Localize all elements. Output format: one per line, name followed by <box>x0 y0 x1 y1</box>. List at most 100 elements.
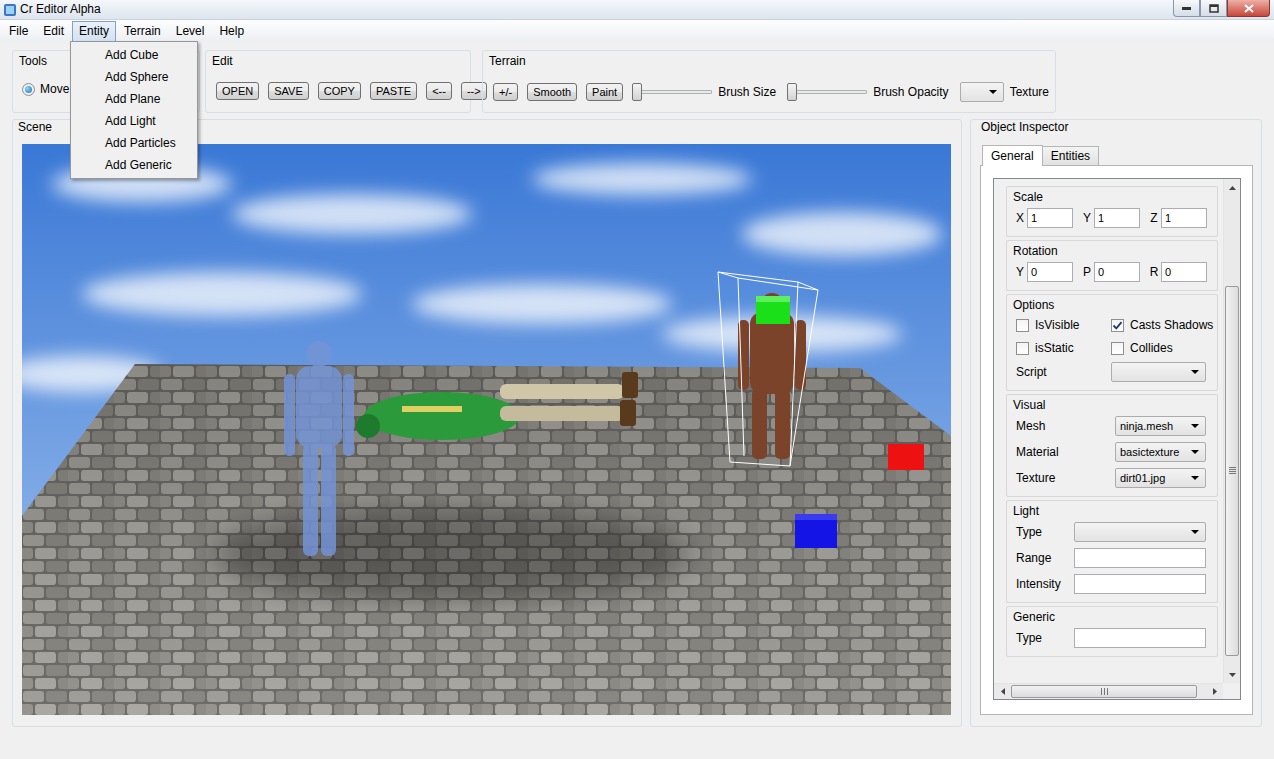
check-icon <box>1112 320 1123 331</box>
menu-entry[interactable]: Add Particles <box>71 132 197 154</box>
inspector-tab[interactable]: Entities <box>1042 146 1099 165</box>
scene-viewport[interactable] <box>22 144 951 715</box>
grip-icon <box>1101 688 1108 695</box>
form-grid: Script <box>1013 362 1211 382</box>
slider-track[interactable] <box>632 82 712 102</box>
checkbox-option[interactable]: Casts Shadows <box>1111 316 1213 335</box>
scroll-up-icon[interactable] <box>1224 179 1240 196</box>
menu-entry[interactable]: Add Generic <box>71 154 197 176</box>
close-button[interactable] <box>1227 0 1270 17</box>
terrain-button[interactable]: Paint <box>586 83 623 101</box>
scroll-right-icon[interactable] <box>1206 684 1223 699</box>
checkbox-option[interactable]: isStatic <box>1016 339 1111 358</box>
checkbox-option[interactable]: IsVisible <box>1016 316 1111 335</box>
slider-thumb[interactable] <box>632 83 642 101</box>
inspector-tab-pane: ScaleXYZRotationYPROptionsIsVisibleCasts… <box>980 165 1253 715</box>
vertical-scroll-thumb[interactable] <box>1225 286 1239 656</box>
menu-entry[interactable]: Add Cube <box>71 44 197 66</box>
dropdown[interactable] <box>960 82 1004 102</box>
field-row: YPR <box>1013 262 1211 282</box>
checkbox[interactable] <box>1111 319 1124 332</box>
radio-option[interactable]: Move <box>22 82 69 96</box>
texture-label: Texture <box>1010 85 1049 99</box>
menu-item[interactable]: Help <box>212 21 251 42</box>
slider-thumb[interactable] <box>787 83 797 101</box>
text-field[interactable] <box>1161 262 1207 282</box>
dropdown[interactable]: dirt01.jpg <box>1115 468 1206 488</box>
app-icon <box>3 3 17 17</box>
text-field[interactable] <box>1074 574 1206 594</box>
horizontal-scrollbar[interactable] <box>994 683 1223 699</box>
form-grid: Type <box>1013 628 1211 648</box>
scroll-left-icon[interactable] <box>994 684 1011 699</box>
slider-track[interactable] <box>787 82 867 102</box>
maximize-button[interactable] <box>1200 0 1227 17</box>
field-label: Intensity <box>1016 577 1074 591</box>
terrain-button[interactable]: Smooth <box>527 83 577 101</box>
main-area: Scene <box>0 113 1274 727</box>
form-grid: Meshninja.meshMaterialbasictextureTextur… <box>1013 416 1211 488</box>
scene-render[interactable] <box>22 144 951 715</box>
close-icon <box>1244 4 1254 13</box>
edit-button[interactable]: OPEN <box>216 82 259 100</box>
edit-button[interactable]: COPY <box>318 82 361 100</box>
section-title: Scale <box>1013 190 1211 204</box>
scroll-down-icon[interactable] <box>1224 666 1240 683</box>
menu-item[interactable]: Terrain <box>117 21 168 42</box>
field-label: P <box>1080 265 1094 279</box>
title-bar: Cr Editor Alpha <box>0 0 1274 20</box>
dropdown[interactable] <box>1074 522 1206 542</box>
menu-entry[interactable]: Add Light <box>71 110 197 132</box>
checkbox[interactable] <box>1016 319 1029 332</box>
menu-item[interactable]: File <box>2 21 35 42</box>
minimize-button[interactable] <box>1173 0 1200 17</box>
text-field[interactable] <box>1027 208 1073 228</box>
field-label: Mesh <box>1016 419 1115 433</box>
text-field[interactable] <box>1027 262 1073 282</box>
vertical-scrollbar[interactable] <box>1223 179 1240 683</box>
section-title: Generic <box>1013 610 1211 624</box>
field-label: X <box>1013 211 1027 225</box>
edit-button[interactable]: <-- <box>426 82 452 100</box>
terrain-button[interactable]: +/- <box>493 83 518 101</box>
grip-icon <box>1229 467 1236 475</box>
field-row: XYZ <box>1013 208 1211 228</box>
checkbox-option[interactable]: Collides <box>1111 339 1213 358</box>
checkbox[interactable] <box>1111 342 1124 355</box>
menu-item[interactable]: Entity <box>72 21 116 42</box>
dropdown[interactable]: basictexture <box>1115 442 1206 462</box>
menu-item[interactable]: Level <box>169 21 212 42</box>
inspector-content: ScaleXYZRotationYPROptionsIsVisibleCasts… <box>994 179 1223 683</box>
field-label: Range <box>1016 551 1074 565</box>
field-label: Type <box>1016 525 1074 539</box>
text-field[interactable] <box>1094 262 1140 282</box>
inspector-scroll-area[interactable]: ScaleXYZRotationYPROptionsIsVisibleCasts… <box>993 178 1241 700</box>
checkbox-label: Casts Shadows <box>1130 318 1213 332</box>
text-field[interactable] <box>1094 208 1140 228</box>
inspector-tab[interactable]: General <box>982 145 1043 166</box>
edit-button[interactable]: PASTE <box>370 82 417 100</box>
dropdown[interactable] <box>1111 362 1206 382</box>
scene-panel: Scene <box>12 119 962 727</box>
section-title: Rotation <box>1013 244 1211 258</box>
dropdown[interactable]: ninja.mesh <box>1115 416 1206 436</box>
text-field[interactable] <box>1074 548 1206 568</box>
menu-item[interactable]: Edit <box>36 21 71 42</box>
field-label: R <box>1147 265 1161 279</box>
radio-button[interactable] <box>22 83 35 96</box>
group-title: Terrain <box>489 54 1049 68</box>
window-title: Cr Editor Alpha <box>20 2 101 16</box>
menu-bar: FileEditEntityTerrainLevelHelp <box>0 20 1274 42</box>
menu-entry[interactable]: Add Sphere <box>71 66 197 88</box>
text-field[interactable] <box>1161 208 1207 228</box>
terrain-body: +/- Smooth Paint Brush Size Brush Opacity Tex… <box>489 82 1049 102</box>
slider-label: Brush Size <box>718 85 776 99</box>
radio-label: Move <box>40 82 69 96</box>
menu-entry[interactable]: Add Plane <box>71 88 197 110</box>
text-field[interactable] <box>1074 628 1206 648</box>
checkbox[interactable] <box>1016 342 1029 355</box>
edit-button[interactable]: SAVE <box>268 82 309 100</box>
slider-label: Brush Opacity <box>873 85 948 99</box>
horizontal-scroll-thumb[interactable] <box>1011 685 1197 698</box>
field-label: Texture <box>1016 471 1115 485</box>
